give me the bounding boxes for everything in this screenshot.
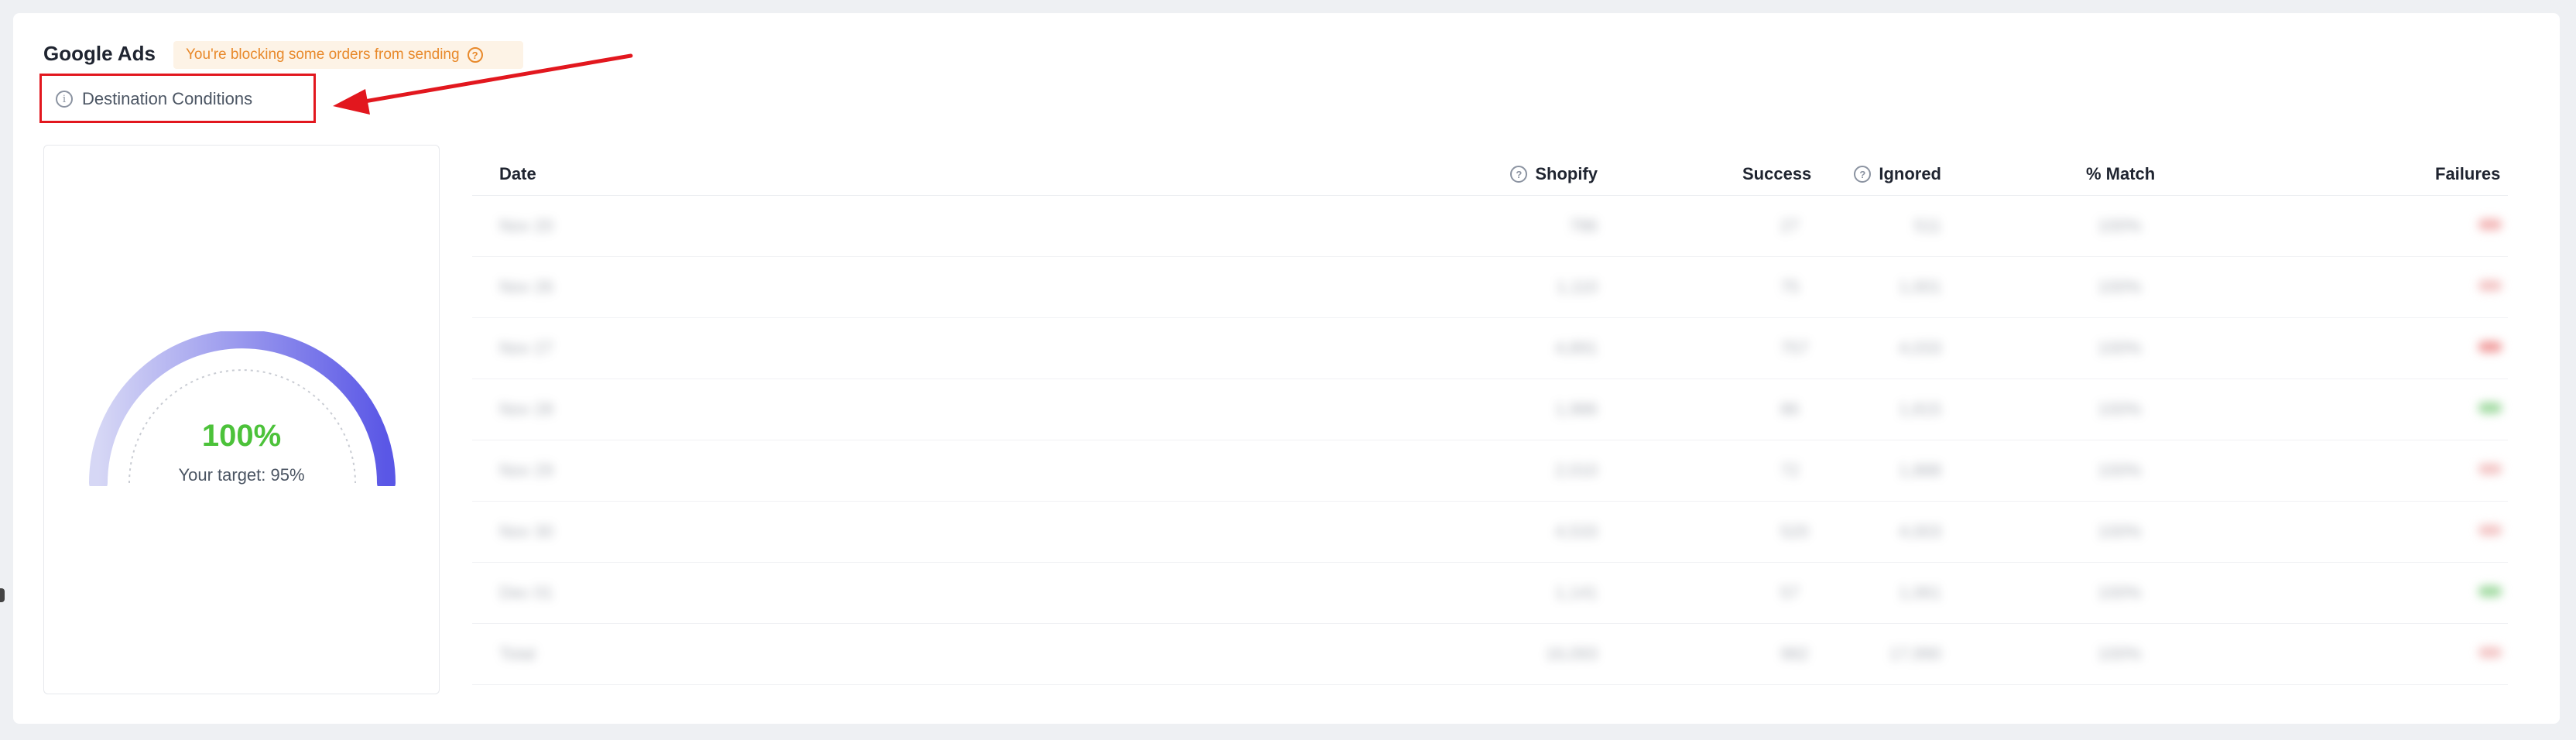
cell-date: Nov 30 <box>499 522 553 541</box>
info-icon: i <box>56 91 73 108</box>
question-icon[interactable]: ? <box>1854 166 1872 183</box>
cell-success: 86 <box>1780 399 1800 419</box>
table-row: Dec 01 1,141 1,061 57 100% <box>472 563 2508 624</box>
cell-ignored: 1,061 <box>1898 583 1941 602</box>
failures-indicator <box>2478 341 2502 352</box>
cell-shopify: 16,093 <box>1545 644 1598 663</box>
failures-indicator <box>2478 403 2502 413</box>
cell-ignored: 17,990 <box>1889 644 1941 663</box>
cell-ignored: 511 <box>1913 216 1941 235</box>
cell-match: 100% <box>2098 338 2142 358</box>
table-row: Nov 28 1,986 1,815 86 100% <box>472 379 2508 440</box>
table-row: Nov 20 786 511 27 100% <box>472 196 2508 257</box>
cell-ignored: 1,815 <box>1898 399 1941 419</box>
table-row: Nov 29 2,010 1,888 72 100% <box>472 440 2508 502</box>
left-edge-handle <box>0 588 5 602</box>
cell-date: Nov 20 <box>499 216 553 235</box>
cell-match: 100% <box>2098 399 2142 419</box>
table-body: Nov 20 786 511 27 100% Nov 26 1,110 1,001 75 100%… <box>472 196 2508 685</box>
cell-ignored: 4,003 <box>1898 522 1941 541</box>
cell-shopify: 4,533 <box>1554 522 1598 541</box>
gauge-value: 100% <box>201 419 282 453</box>
cell-shopify: 1,110 <box>1556 277 1598 296</box>
column-match[interactable]: % Match <box>2086 164 2155 184</box>
cell-success: 520 <box>1780 522 1809 541</box>
column-ignored[interactable]: ? Ignored <box>1854 164 1941 184</box>
cell-ignored: 1,001 <box>1898 277 1941 296</box>
cell-success: 27 <box>1780 216 1800 235</box>
cell-success: 57 <box>1780 583 1800 602</box>
destination-conditions-label: Destination Conditions <box>82 89 253 108</box>
failures-indicator <box>2478 464 2502 474</box>
orders-table: Date ? Shopify ? Ignored Success % Match… <box>472 153 2508 685</box>
annotation-arrow <box>333 53 633 115</box>
table-row: Nov 30 4,533 4,003 520 100% <box>472 502 2508 563</box>
cell-shopify: 1,141 <box>1554 583 1598 602</box>
cell-success: 982 <box>1780 644 1809 663</box>
cell-date: Nov 26 <box>499 277 553 296</box>
cell-success: 75 <box>1780 277 1800 296</box>
table-row: Total 16,093 17,990 982 100% <box>472 624 2508 685</box>
gauge-target: Your target: 95% <box>178 465 305 485</box>
cell-match: 100% <box>2098 583 2142 602</box>
table-header: Date ? Shopify ? Ignored Success % Match… <box>472 153 2508 196</box>
cell-success: 72 <box>1780 461 1800 480</box>
cell-date: Nov 29 <box>499 461 553 480</box>
cell-shopify: 786 <box>1569 216 1598 235</box>
column-date[interactable]: Date <box>499 164 536 184</box>
cell-ignored: 1,888 <box>1898 461 1941 480</box>
cell-shopify: 2,010 <box>1554 461 1598 480</box>
cell-match: 100% <box>2098 522 2142 541</box>
cell-match: 100% <box>2098 216 2142 235</box>
cell-shopify: 1,986 <box>1554 399 1598 419</box>
card-title: Google Ads <box>43 42 156 65</box>
question-icon[interactable]: ? <box>1510 166 1528 183</box>
failures-indicator <box>2478 525 2502 536</box>
table-row: Nov 27 4,891 4,033 757 100% <box>472 318 2508 379</box>
cell-date: Nov 27 <box>499 338 553 358</box>
match-rate-gauge-card: 100% Your target: 95% <box>43 145 440 694</box>
failures-indicator <box>2478 647 2502 658</box>
cell-date: Dec 01 <box>499 583 553 602</box>
cell-date: Total <box>499 644 536 663</box>
table-row: Nov 26 1,110 1,001 75 100% <box>472 257 2508 318</box>
gauge-arc <box>89 331 396 486</box>
cell-shopify: 4,891 <box>1554 338 1598 358</box>
failures-indicator <box>2478 586 2502 597</box>
cell-date: Nov 28 <box>499 399 553 419</box>
cell-match: 100% <box>2098 644 2142 663</box>
cell-match: 100% <box>2098 277 2142 296</box>
failures-indicator <box>2478 280 2502 291</box>
cell-ignored: 4,033 <box>1898 338 1941 358</box>
destination-conditions-highlight: i Destination Conditions <box>39 74 316 123</box>
destination-conditions-link[interactable]: i Destination Conditions <box>56 89 252 109</box>
column-shopify[interactable]: ? Shopify <box>1510 164 1598 184</box>
cell-success: 757 <box>1780 338 1809 358</box>
cell-match: 100% <box>2098 461 2142 480</box>
column-failures[interactable]: Failures <box>2435 164 2500 184</box>
column-success[interactable]: Success <box>1742 164 1811 184</box>
match-rate-gauge <box>89 331 396 486</box>
failures-indicator <box>2478 219 2502 230</box>
